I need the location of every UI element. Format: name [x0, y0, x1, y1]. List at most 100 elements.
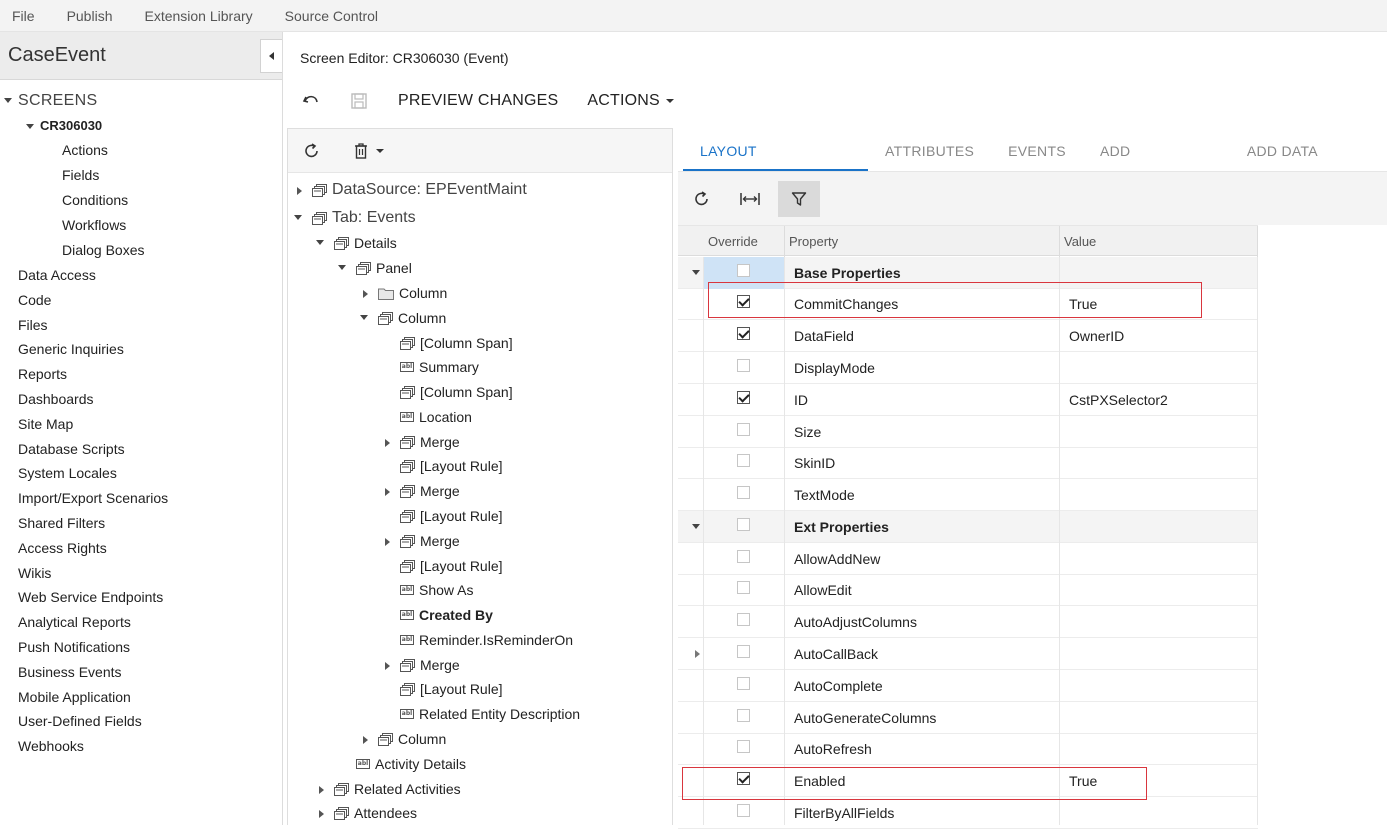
tab-add-controls[interactable]: ADD CONTROLS	[1083, 130, 1230, 201]
tree-node[interactable]: Related Activities	[319, 779, 461, 799]
tree-node[interactable]: Merge	[385, 655, 460, 675]
sidebar-item-dialog-boxes[interactable]: Dialog Boxes	[62, 242, 145, 258]
property-row[interactable]: TextMode	[678, 479, 1258, 511]
property-row[interactable]: DataField OwnerID	[678, 320, 1258, 352]
override-checkbox[interactable]	[737, 518, 750, 531]
sidebar-item-workflows[interactable]: Workflows	[62, 217, 126, 233]
tree-node[interactable]: Panel	[338, 258, 412, 278]
expand-right-icon[interactable]	[319, 786, 324, 794]
refresh-properties-button[interactable]	[681, 181, 723, 217]
expand-right-icon[interactable]	[385, 538, 390, 546]
tree-node[interactable]: [Column Span]	[400, 333, 513, 353]
sidebar-item-conditions[interactable]: Conditions	[62, 192, 128, 208]
expand-right-icon[interactable]	[385, 488, 390, 496]
sidebar-item-dashboards[interactable]: Dashboards	[18, 391, 94, 407]
property-row[interactable]: AutoCallBack	[678, 638, 1258, 670]
override-checkbox[interactable]	[737, 709, 750, 722]
tree-node[interactable]: Column	[360, 308, 446, 328]
tree-node[interactable]: [Layout Rule]	[400, 556, 503, 576]
override-checkbox[interactable]	[737, 391, 750, 404]
expand-down-icon[interactable]	[294, 215, 302, 220]
property-row[interactable]: ID CstPXSelector2	[678, 384, 1258, 416]
expand-right-icon[interactable]	[363, 290, 368, 298]
refresh-icon[interactable]	[303, 142, 321, 163]
tree-node[interactable]: abl Summary	[400, 357, 479, 377]
property-row[interactable]: AutoComplete	[678, 670, 1258, 702]
sidebar-item-wikis[interactable]: Wikis	[18, 565, 51, 581]
sidebar-item-user-defined-fields[interactable]: User-Defined Fields	[18, 713, 142, 729]
property-value[interactable]: CstPXSelector2	[1069, 392, 1168, 408]
sidebar-item-analytical-reports[interactable]: Analytical Reports	[18, 614, 131, 630]
sidebar-section-screens[interactable]: SCREENS	[4, 92, 97, 110]
tree-node[interactable]: abl Reminder.IsReminderOn	[400, 630, 573, 650]
expand-down-icon[interactable]	[338, 265, 346, 270]
expand-right-icon[interactable]	[385, 662, 390, 670]
collapse-sidebar-button[interactable]	[260, 39, 282, 73]
override-checkbox[interactable]	[737, 581, 750, 594]
column-header-property[interactable]: Property	[789, 234, 838, 249]
tree-node[interactable]: Attendees	[319, 803, 417, 823]
tree-node[interactable]: Column	[363, 729, 446, 749]
tree-node[interactable]: Merge	[385, 432, 460, 452]
override-checkbox[interactable]	[737, 327, 750, 340]
expand-right-icon[interactable]	[363, 736, 368, 744]
property-value[interactable]: OwnerID	[1069, 328, 1124, 344]
property-row[interactable]: FilterByAllFields	[678, 797, 1258, 829]
property-row[interactable]: SkinID	[678, 447, 1258, 479]
sidebar-item-reports[interactable]: Reports	[18, 366, 67, 382]
tree-node[interactable]: abl Related Entity Description	[400, 704, 580, 724]
tree-node[interactable]: Merge	[385, 481, 460, 501]
menu-publish[interactable]: Publish	[51, 8, 129, 24]
column-header-value[interactable]: Value	[1064, 234, 1096, 249]
sidebar-item-files[interactable]: Files	[18, 317, 48, 333]
override-checkbox[interactable]	[737, 613, 750, 626]
delete-menu-button[interactable]	[352, 142, 384, 160]
tree-node[interactable]: abl Show As	[400, 580, 473, 600]
sidebar-item-site-map[interactable]: Site Map	[18, 416, 73, 432]
sidebar-item-actions[interactable]: Actions	[62, 142, 108, 158]
override-checkbox[interactable]	[737, 804, 750, 817]
expand-right-icon[interactable]	[385, 439, 390, 447]
sidebar-item-import-export-scenarios[interactable]: Import/Export Scenarios	[18, 490, 168, 506]
collapse-group-icon[interactable]	[692, 524, 700, 529]
override-checkbox[interactable]	[737, 264, 750, 277]
tree-node[interactable]: [Layout Rule]	[400, 456, 503, 476]
expand-down-icon[interactable]	[316, 240, 324, 245]
tree-node[interactable]: abl Activity Details	[356, 754, 466, 774]
menu-file[interactable]: File	[0, 8, 51, 24]
tab-events[interactable]: EVENTS	[991, 130, 1083, 172]
expand-right-icon[interactable]	[319, 810, 324, 818]
tree-node[interactable]: [Layout Rule]	[400, 679, 503, 699]
menu-extension-library[interactable]: Extension Library	[128, 8, 268, 24]
sidebar-item-generic-inquiries[interactable]: Generic Inquiries	[18, 341, 124, 357]
override-checkbox[interactable]	[737, 486, 750, 499]
override-checkbox[interactable]	[737, 645, 750, 658]
fit-columns-button[interactable]	[729, 181, 771, 217]
property-group-row[interactable]: Ext Properties	[678, 511, 1258, 543]
tab-layout-properties[interactable]: LAYOUT PROPERTIES	[683, 130, 869, 201]
tree-node[interactable]: [Layout Rule]	[400, 506, 503, 526]
tree-node[interactable]: Details	[316, 233, 397, 253]
property-row[interactable]: AutoRefresh	[678, 733, 1258, 765]
filter-button[interactable]	[778, 181, 820, 217]
tree-node[interactable]: abl Location	[400, 407, 472, 427]
override-checkbox[interactable]	[737, 740, 750, 753]
sidebar-item-database-scripts[interactable]: Database Scripts	[18, 441, 125, 457]
sidebar-item-shared-filters[interactable]: Shared Filters	[18, 515, 105, 531]
preview-changes-button[interactable]: PREVIEW CHANGES	[398, 92, 558, 110]
sidebar-item-webhooks[interactable]: Webhooks	[18, 738, 84, 754]
save-icon[interactable]	[348, 90, 370, 112]
tree-node[interactable]: abl Created By	[400, 605, 493, 625]
sidebar-item-system-locales[interactable]: System Locales	[18, 465, 117, 481]
property-row[interactable]: AllowAddNew	[678, 543, 1258, 575]
override-checkbox[interactable]	[737, 359, 750, 372]
collapse-group-icon[interactable]	[692, 270, 700, 275]
tree-node[interactable]: [Column Span]	[400, 382, 513, 402]
undo-icon[interactable]	[300, 90, 322, 112]
expand-row-icon[interactable]	[695, 650, 700, 658]
tree-node[interactable]: DataSource: EPEventMaint	[297, 180, 527, 200]
tree-node[interactable]: Tab: Events	[294, 208, 416, 228]
property-row[interactable]: Size	[678, 416, 1258, 448]
sidebar-item-mobile-application[interactable]: Mobile Application	[18, 689, 131, 705]
actions-menu-button[interactable]: ACTIONS	[587, 92, 674, 110]
